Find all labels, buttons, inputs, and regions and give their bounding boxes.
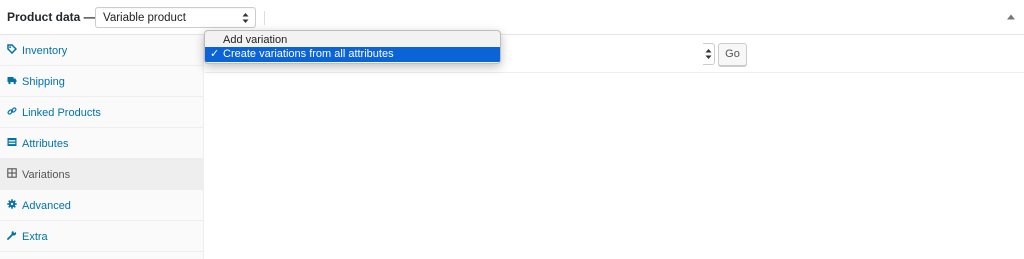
- tab-attributes-label: Attributes: [22, 138, 69, 150]
- truck-icon: [7, 77, 17, 85]
- tab-advanced-label: Advanced: [22, 200, 71, 212]
- tab-linked-products[interactable]: Linked Products: [0, 97, 203, 128]
- link-icon: [7, 107, 17, 115]
- tab-linked-products-label: Linked Products: [22, 107, 101, 119]
- tab-extra-label: Extra: [22, 231, 48, 243]
- header-divider: [264, 11, 265, 25]
- gear-icon: [7, 199, 17, 209]
- wrench-icon: [7, 230, 17, 240]
- variation-action-select[interactable]: [703, 43, 715, 65]
- tab-inventory-label: Inventory: [22, 45, 68, 57]
- option-create-variations[interactable]: ✓ Create variations from all attributes: [205, 47, 500, 62]
- tab-extra[interactable]: Extra: [0, 221, 203, 252]
- select-arrows-icon: [242, 13, 249, 23]
- product-data-tabs: Inventory Shipping Linked Products Attri…: [0, 35, 204, 259]
- grid-icon: [7, 168, 17, 178]
- option-label: Create variations from all attributes: [223, 48, 394, 60]
- product-type-select[interactable]: Variable product: [95, 7, 256, 28]
- product-data-title: Product data —: [7, 10, 96, 24]
- variation-action-dropdown[interactable]: Add variation ✓ Create variations from a…: [204, 30, 501, 64]
- tab-variations-label: Variations: [22, 169, 71, 181]
- tab-attributes[interactable]: Attributes: [0, 128, 203, 159]
- select-arrows-icon: [705, 49, 712, 59]
- tab-advanced[interactable]: Advanced: [0, 190, 203, 221]
- tab-variations[interactable]: Variations: [0, 159, 203, 190]
- option-label: Add variation: [223, 34, 288, 46]
- checkmark-icon: ✓: [210, 48, 220, 60]
- collapse-toggle-icon[interactable]: [1007, 13, 1015, 21]
- tab-shipping[interactable]: Shipping: [0, 66, 203, 97]
- tag-icon: [7, 44, 17, 54]
- product-data-header: Product data — Variable product: [0, 0, 1024, 35]
- table-icon: [7, 138, 17, 146]
- tab-inventory[interactable]: Inventory: [0, 35, 203, 66]
- product-type-value: Variable product: [103, 12, 186, 24]
- go-button[interactable]: Go: [718, 43, 747, 66]
- option-add-variation[interactable]: Add variation: [205, 33, 500, 48]
- tab-shipping-label: Shipping: [22, 76, 65, 88]
